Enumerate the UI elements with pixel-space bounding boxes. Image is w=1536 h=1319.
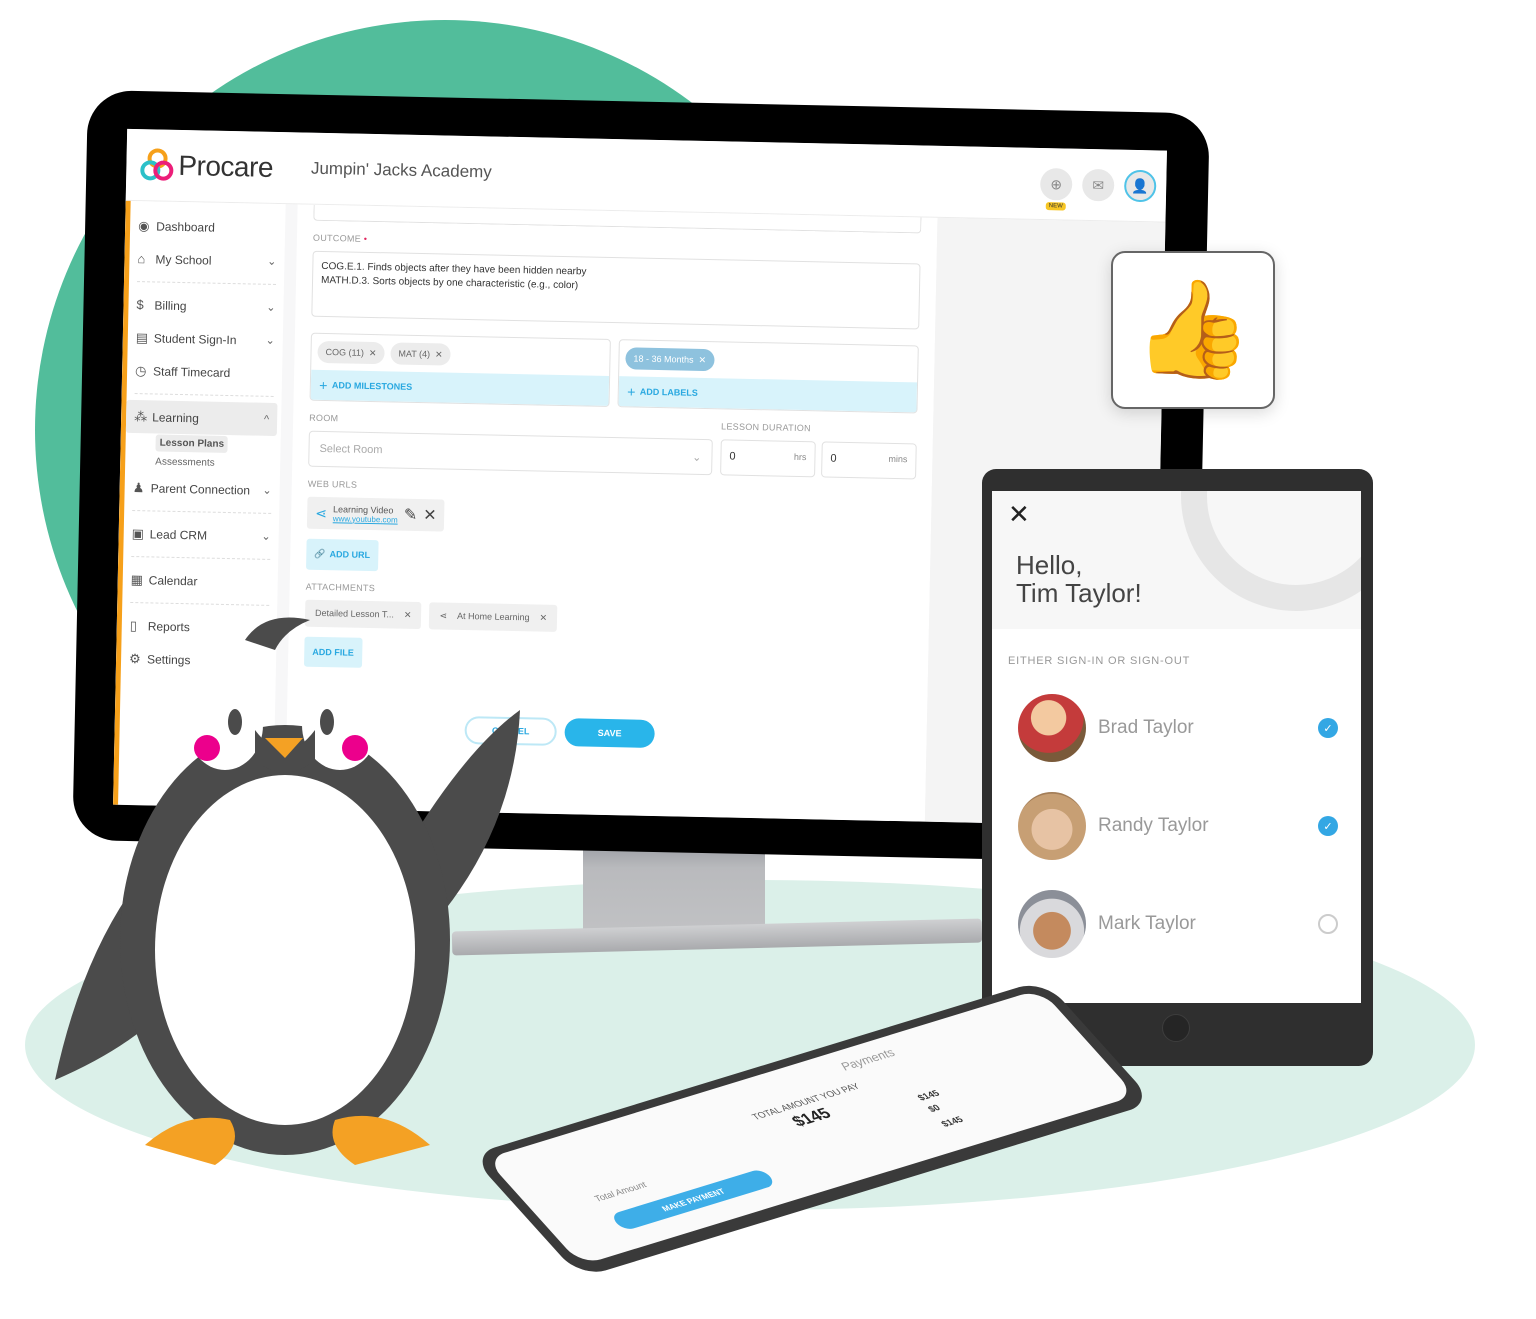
url-link[interactable]: www.youtube.com: [333, 514, 398, 524]
room-select[interactable]: Select Room ⌄: [308, 430, 713, 476]
close-icon[interactable]: ✕: [539, 613, 547, 624]
checked-icon[interactable]: ✓: [1318, 816, 1338, 836]
add-labels-button[interactable]: ＋ ADD LABELS: [618, 376, 918, 413]
penguin-mascot: [55, 617, 520, 1165]
sidebar-item-billing[interactable]: $ Billing ⌄: [128, 288, 284, 324]
hours-input[interactable]: 0 hrs: [720, 439, 816, 478]
new-badge: NEW: [1045, 202, 1066, 211]
billing-icon: $: [136, 297, 144, 313]
close-icon[interactable]: ✕: [1008, 499, 1030, 530]
chevron-down-icon: ⌄: [261, 530, 271, 543]
sign-in-icon: ▤: [135, 329, 149, 345]
penguin-right-foot: [332, 1115, 430, 1165]
greeting: Hello, Tim Taylor!: [1016, 550, 1142, 608]
edit-icon[interactable]: ✎: [404, 505, 418, 525]
save-button[interactable]: SAVE: [564, 718, 655, 749]
penguin-tuft: [245, 617, 310, 650]
logo-icon: [140, 147, 175, 183]
chevron-down-icon: ⌄: [262, 484, 272, 497]
make-payment-button[interactable]: MAKE PAYMENT: [609, 1168, 778, 1232]
home-button: [1162, 1014, 1190, 1042]
sidebar-item-learning[interactable]: ⁂ Learning ^: [125, 399, 278, 437]
lesson-duration-label: LESSON DURATION: [720, 421, 812, 434]
room-label: ROOM: [309, 412, 339, 424]
sidebar-item-parent-connection[interactable]: ♟ Parent Connection ⌄: [124, 471, 280, 507]
timecard-icon: ◷: [134, 362, 147, 378]
procare-logo[interactable]: Procare: [140, 147, 274, 185]
penguin-belly: [155, 775, 415, 1125]
sidebar-item-staff-timecard[interactable]: ◷ Staff Timecard: [127, 354, 283, 390]
penguin-right-cheek: [342, 735, 368, 761]
chevron-down-icon: ⌄: [267, 255, 277, 268]
chevron-down-icon: ⌄: [266, 301, 276, 314]
minutes-input[interactable]: 0 mins: [821, 441, 917, 480]
plus-icon: ＋: [626, 386, 636, 398]
payments-title: Payments: [837, 1045, 899, 1074]
divider: [136, 281, 276, 285]
milestones-box: COG (11) ✕ MAT (4) ✕ ＋ ADD MILESTONES: [309, 332, 611, 407]
school-icon: ⌂: [137, 251, 146, 267]
sidebar-item-my-school[interactable]: ⌂ My School ⌄: [129, 242, 285, 278]
chevron-up-icon: ^: [263, 413, 270, 426]
tablet-device: ✕ Hello, Tim Taylor! EITHER SIGN-IN OR SI…: [982, 469, 1373, 1066]
link-icon: 🔗: [314, 548, 326, 560]
divider: [130, 601, 270, 606]
penguin-right-eye: [320, 709, 334, 735]
sidebar-item-dashboard[interactable]: ◉ Dashboard: [130, 209, 286, 245]
calendar-icon: ▦: [130, 571, 144, 587]
plus-circle-icon[interactable]: ⊕ NEW: [1039, 167, 1073, 211]
decorative-ring: [1181, 491, 1361, 611]
chevron-down-icon: ⌄: [265, 334, 275, 347]
penguin-left-foot: [145, 1117, 235, 1165]
milestone-chip[interactable]: COG (11) ✕: [317, 340, 385, 365]
tablet-screen: ✕ Hello, Tim Taylor! EITHER SIGN-IN OR SI…: [992, 491, 1361, 1003]
child-row[interactable]: Mark Taylor: [1018, 889, 1348, 959]
penguin-left-eye: [228, 709, 242, 735]
user-avatar-icon[interactable]: 👤: [1123, 169, 1157, 203]
close-icon[interactable]: ✕: [423, 505, 437, 525]
child-row[interactable]: Randy Taylor ✓: [1018, 791, 1348, 861]
school-name: Jumpin' Jacks Academy: [310, 158, 493, 181]
parent-icon: ♟: [132, 479, 145, 495]
thumbs-up-icon: 👍: [1133, 276, 1253, 383]
thumbs-up-badge: 👍: [1111, 251, 1275, 409]
divider: [132, 510, 272, 514]
sidebar-item-student-sign-in[interactable]: ▤ Student Sign-In ⌄: [127, 321, 283, 357]
learning-icon: ⁂: [134, 408, 148, 424]
labels-box: 18 - 36 Months ✕ ＋ ADD LABELS: [617, 339, 919, 414]
avatar: [1018, 890, 1086, 958]
milestone-chip[interactable]: MAT (4) ✕: [390, 342, 451, 366]
checked-icon[interactable]: ✓: [1318, 718, 1338, 738]
mail-icon[interactable]: ✉: [1081, 168, 1115, 202]
close-icon[interactable]: ✕: [369, 347, 377, 358]
close-icon[interactable]: ✕: [435, 349, 443, 360]
chevron-down-icon: ⌄: [692, 451, 702, 464]
close-icon[interactable]: ✕: [698, 354, 706, 365]
share-icon: ⋖: [315, 504, 328, 521]
avatar: [1018, 792, 1086, 860]
unchecked-icon[interactable]: [1318, 914, 1338, 934]
total-amount-label: Total Amount: [591, 1179, 650, 1204]
sign-in-subtitle: EITHER SIGN-IN OR SIGN-OUT: [1008, 655, 1191, 667]
sidebar-item-calendar[interactable]: ▦ Calendar: [122, 563, 278, 599]
web-url-chip[interactable]: ⋖ Learning Video www.youtube.com ✎ ✕: [306, 496, 445, 532]
child-row[interactable]: Brad Taylor ✓: [1018, 693, 1348, 763]
divider: [134, 393, 274, 397]
plus-icon: ＋: [318, 380, 328, 391]
brand-name: Procare: [178, 149, 274, 183]
crm-icon: ▣: [131, 525, 145, 541]
avatar: [1018, 694, 1086, 762]
add-milestones-button[interactable]: ＋ ADD MILESTONES: [310, 369, 610, 406]
outcome-textarea[interactable]: COG.E.1. Finds objects after they have b…: [311, 250, 921, 330]
label-chip[interactable]: 18 - 36 Months ✕: [625, 347, 715, 372]
dashboard-icon: ◉: [138, 217, 150, 233]
sidebar-item-lead-crm[interactable]: ▣ Lead CRM ⌄: [123, 517, 279, 553]
penguin-left-cheek: [194, 735, 220, 761]
divider: [131, 556, 271, 560]
add-url-button[interactable]: 🔗 ADD URL: [306, 538, 379, 572]
